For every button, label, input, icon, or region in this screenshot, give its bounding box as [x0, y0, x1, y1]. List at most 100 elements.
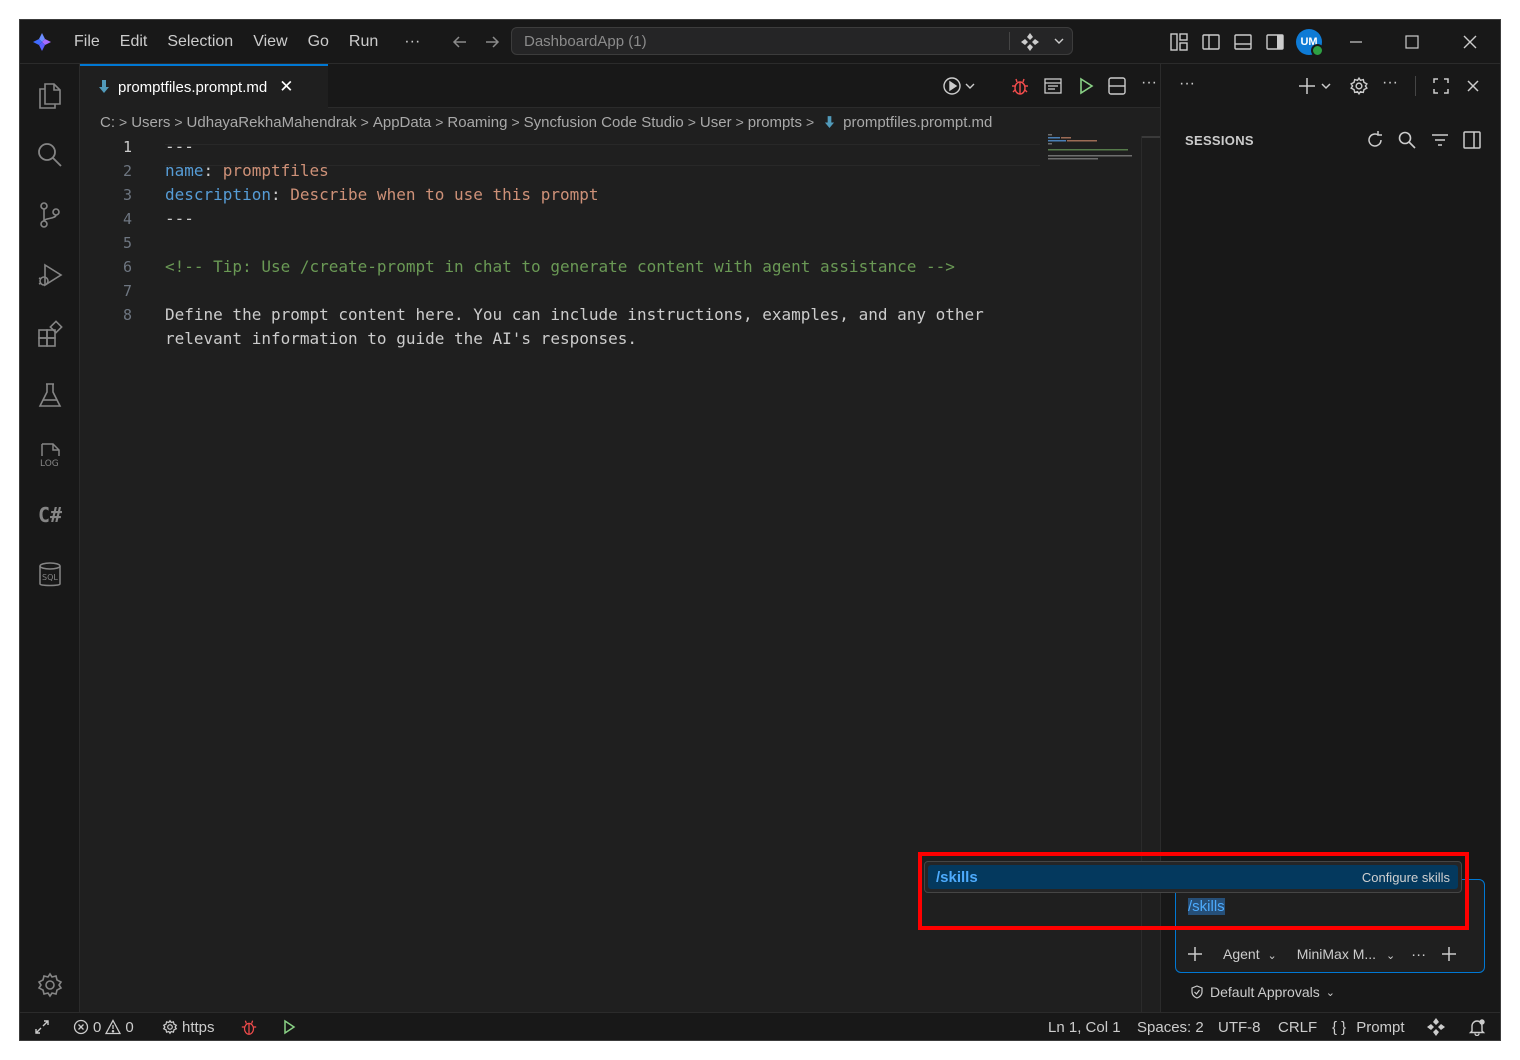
close-window-icon[interactable]: [1460, 20, 1480, 63]
run-play-icon[interactable]: [1076, 76, 1096, 96]
suggestion-command: /skills: [936, 868, 978, 886]
tab-close-icon[interactable]: ✕: [279, 77, 293, 97]
default-approvals-dropdown[interactable]: Default Approvals ⌄: [1190, 984, 1335, 1000]
split-editor-icon[interactable]: [1107, 76, 1127, 96]
notifications-bell-icon[interactable]: [1468, 1013, 1486, 1040]
minimap[interactable]: [1048, 134, 1138, 164]
debug-bug-icon[interactable]: [240, 1013, 258, 1040]
copilot-diamond-icon[interactable]: [1020, 32, 1040, 52]
breadcrumb-item[interactable]: AppData: [373, 114, 431, 131]
gear-icon: [162, 1019, 178, 1035]
agent-mode-label: Agent: [1223, 946, 1260, 962]
tab-promptfiles[interactable]: promptfiles.prompt.md ✕: [80, 64, 328, 108]
chat-options-more-icon[interactable]: ···: [1411, 946, 1426, 963]
customize-layout-icon[interactable]: [1169, 20, 1189, 63]
breadcrumb-item[interactable]: Syncfusion Code Studio: [524, 114, 684, 131]
refresh-icon[interactable]: [1365, 130, 1385, 150]
chevron-down-icon: ⌄: [1325, 986, 1335, 999]
chevron-right-icon: >: [435, 114, 444, 130]
breadcrumb-item[interactable]: UdhayaRekhaMahendrak: [187, 114, 357, 131]
close-panel-icon[interactable]: [1463, 76, 1483, 96]
filter-icon[interactable]: [1430, 130, 1450, 150]
source-control-icon[interactable]: [33, 198, 67, 232]
svg-text:LOG: LOG: [40, 459, 59, 469]
chat-input-text[interactable]: /skills: [1188, 898, 1225, 915]
overview-ruler-mark: [1142, 136, 1160, 138]
extensions-icon[interactable]: [33, 318, 67, 352]
debug-bug-icon[interactable]: [1010, 76, 1030, 96]
menu-edit[interactable]: Edit: [110, 20, 158, 63]
chat-more-icon[interactable]: ···: [1382, 74, 1398, 92]
markdown-down-arrow-icon: [824, 115, 835, 129]
more-actions-icon[interactable]: ···: [1141, 74, 1157, 92]
search-sessions-icon[interactable]: [1397, 130, 1417, 150]
run-debug-icon[interactable]: [33, 258, 67, 292]
forward-arrow-icon[interactable]: [482, 20, 502, 63]
run-play-icon[interactable]: [281, 1013, 297, 1040]
run-prompt-icon[interactable]: [942, 76, 976, 96]
menu-run[interactable]: Run: [339, 20, 388, 63]
code-line-name: name: promptfiles: [165, 161, 329, 180]
remote-indicator-icon[interactable]: [34, 1013, 50, 1040]
suggestion-item-skills[interactable]: /skills Configure skills: [928, 865, 1458, 889]
online-status-dot: [1311, 44, 1324, 57]
menu-go[interactable]: Go: [298, 20, 339, 63]
send-plus-icon[interactable]: [1440, 945, 1458, 963]
code-line-comment: <!-- Tip: Use /create-prompt in chat to …: [165, 257, 955, 276]
sql-database-icon[interactable]: SQL: [33, 558, 67, 592]
line-number: 1: [122, 138, 132, 156]
toggle-panel-icon[interactable]: [1233, 20, 1253, 63]
toggle-secondary-sidebar-icon[interactable]: [1265, 20, 1285, 63]
preview-icon[interactable]: [1043, 76, 1063, 96]
chat-input-box[interactable]: /skills Agent ⌄ MiniMax M... ⌄ ···: [1175, 879, 1485, 973]
title-bar: File Edit Selection View Go Run ··· Dash…: [20, 20, 1500, 64]
back-arrow-icon[interactable]: [450, 20, 470, 63]
breadcrumb-item[interactable]: C:: [100, 114, 115, 131]
breadcrumb-item[interactable]: prompts: [748, 114, 802, 131]
menu-file[interactable]: File: [64, 20, 110, 63]
panel-more-icon[interactable]: ···: [1179, 75, 1195, 93]
breadcrumb-item[interactable]: Roaming: [447, 114, 507, 131]
command-center-search[interactable]: DashboardApp (1): [511, 27, 1073, 55]
maximize-panel-icon[interactable]: [1431, 76, 1451, 96]
problems-indicator[interactable]: 0 0: [73, 1013, 134, 1040]
breadcrumb-item[interactable]: Users: [131, 114, 170, 131]
toolbar-divider: [1415, 76, 1416, 96]
toggle-session-view-icon[interactable]: [1462, 130, 1482, 150]
explorer-icon[interactable]: [33, 78, 67, 112]
breadcrumb-item[interactable]: promptfiles.prompt.md: [843, 114, 992, 131]
maximize-icon[interactable]: [1402, 20, 1422, 63]
copilot-diamond-icon[interactable]: [1426, 1013, 1446, 1040]
log-file-icon[interactable]: LOG: [33, 438, 67, 472]
menu-more[interactable]: ···: [394, 20, 430, 63]
testing-flask-icon[interactable]: [33, 378, 67, 412]
error-count: 0: [93, 1018, 102, 1036]
new-chat-plus-icon[interactable]: [1297, 76, 1333, 96]
agent-mode-dropdown[interactable]: Agent ⌄: [1223, 946, 1277, 962]
line-number: 4: [122, 210, 132, 228]
indentation-setting[interactable]: Spaces: 2: [1137, 1013, 1204, 1040]
settings-gear-icon[interactable]: [33, 968, 67, 1002]
cursor-position[interactable]: Ln 1, Col 1: [1048, 1013, 1121, 1040]
language-mode[interactable]: { } Prompt: [1332, 1013, 1405, 1040]
menu-selection[interactable]: Selection: [157, 20, 243, 63]
chevron-right-icon: >: [805, 114, 815, 130]
chat-settings-gear-icon[interactable]: [1349, 76, 1369, 96]
csharp-icon[interactable]: C#: [33, 498, 67, 532]
line-ending-setting[interactable]: CRLF: [1278, 1013, 1317, 1040]
yaml-separator: :: [203, 161, 223, 180]
model-label: MiniMax M...: [1296, 946, 1377, 962]
encoding-setting[interactable]: UTF-8: [1218, 1013, 1261, 1040]
yaml-separator: :: [270, 185, 291, 204]
search-icon[interactable]: [33, 138, 67, 172]
toggle-sidebar-icon[interactable]: [1201, 20, 1221, 63]
https-settings-item[interactable]: https: [162, 1013, 215, 1040]
chevron-down-icon[interactable]: [1052, 34, 1066, 48]
line-number: 5: [122, 234, 132, 252]
account-avatar[interactable]: UM: [1296, 29, 1324, 57]
add-context-plus-icon[interactable]: [1186, 945, 1204, 963]
menu-view[interactable]: View: [243, 20, 297, 63]
breadcrumb-item[interactable]: User: [700, 114, 732, 131]
model-picker-dropdown[interactable]: MiniMax M... ⌄: [1297, 946, 1395, 962]
minimize-icon[interactable]: [1346, 20, 1366, 63]
